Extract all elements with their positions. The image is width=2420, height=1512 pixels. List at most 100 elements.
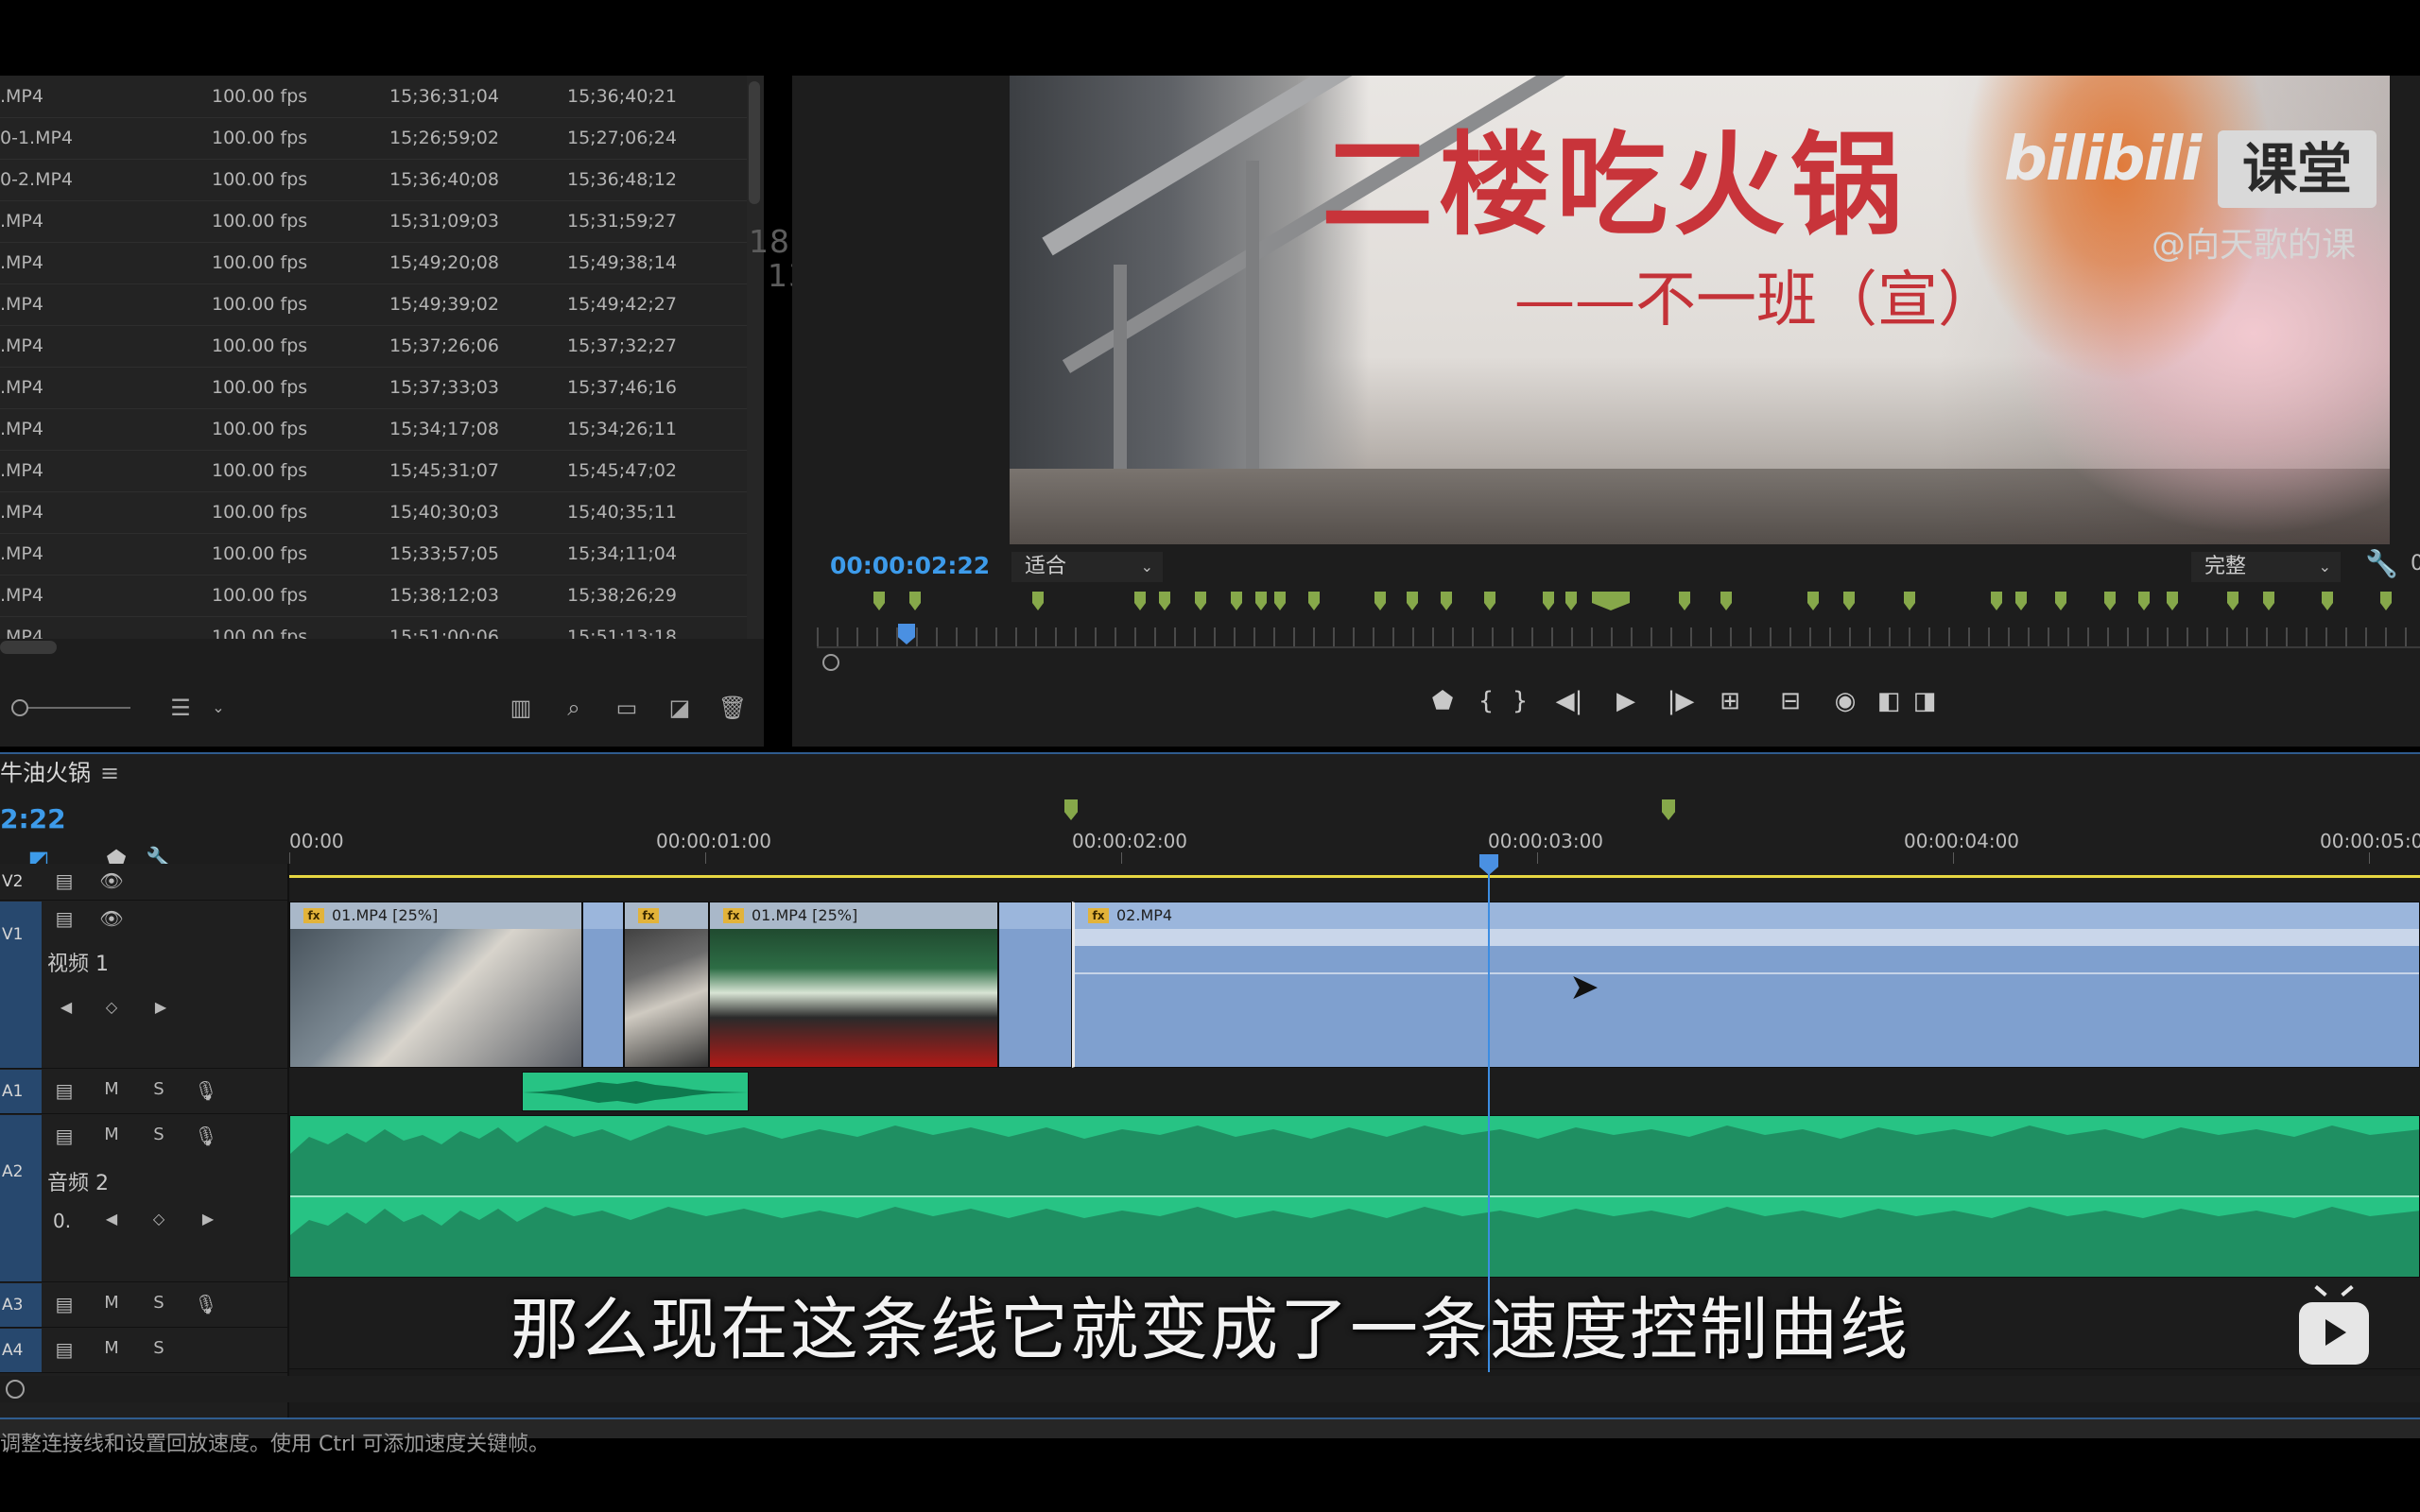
project-horizontal-scroll-thumb[interactable] xyxy=(0,641,57,654)
sequence-menu-icon[interactable]: ≡ xyxy=(100,754,119,792)
microphone-icon[interactable]: 🎙 xyxy=(193,1079,219,1102)
project-item-row[interactable]: 0-1.MP4 100.00 fps 15;26;59;02 15;27;06;24 xyxy=(0,117,747,160)
lane-a2[interactable] xyxy=(289,1113,2420,1282)
monitor-zoom-handle[interactable] xyxy=(822,654,839,671)
sequence-timecode[interactable]: 2:22 xyxy=(0,803,66,834)
marker-icon[interactable] xyxy=(1374,592,1386,610)
marker-icon[interactable] xyxy=(1807,592,1819,610)
marker-icon[interactable] xyxy=(1484,592,1495,610)
overwrite-button[interactable]: ◨ xyxy=(1904,680,1945,722)
mute-button[interactable]: M xyxy=(98,1125,125,1144)
project-bin-list[interactable]: .MP4 100.00 fps 15;36;31;04 15;36;40;21 0-1.… xyxy=(0,76,747,639)
marker-icon[interactable] xyxy=(2263,592,2274,610)
step-forward-button[interactable]: |▶ xyxy=(1660,680,1702,722)
marker-icon[interactable] xyxy=(1843,592,1855,610)
marker-icon[interactable] xyxy=(1231,592,1242,610)
work-area-bar[interactable] xyxy=(289,875,2420,878)
sync-lock-icon[interactable]: ▤ xyxy=(51,907,78,930)
marker-icon[interactable] xyxy=(2380,592,2392,610)
project-item-row[interactable]: .MP4 100.00 fps 15;40;30;03 15;40;35;11 xyxy=(0,491,747,534)
project-item-row[interactable]: .MP4 100.00 fps 15;49;20;08 15;49;38;14 xyxy=(0,242,747,284)
video-clip-03[interactable]: 01.MP4 [25%] fx xyxy=(709,902,998,1068)
lane-v2[interactable] xyxy=(289,879,2420,902)
new-item-icon[interactable]: ◪ xyxy=(664,692,696,724)
marker-icon[interactable] xyxy=(1407,592,1418,610)
marker-icon[interactable] xyxy=(873,592,885,610)
marker-icon[interactable] xyxy=(1991,592,2002,610)
video-clip-02-mp4[interactable]: 02.MP4 fx xyxy=(1072,902,2420,1068)
track-label-v2[interactable]: V2 xyxy=(0,864,42,900)
marker-icon[interactable] xyxy=(1159,592,1170,610)
project-item-row[interactable]: 0-2.MP4 100.00 fps 15;36;40;08 15;36;48;12 xyxy=(0,159,747,201)
delete-icon[interactable]: 🗑 xyxy=(717,692,749,724)
previous-keyframe-icon[interactable]: ◀ xyxy=(53,998,79,1016)
project-item-row[interactable]: .MP4 100.00 fps 15;51;00;06 15;51;13;18 xyxy=(0,616,747,639)
marker-icon[interactable] xyxy=(2322,592,2333,610)
marker-icon[interactable] xyxy=(1720,592,1732,610)
marker-icon[interactable] xyxy=(1904,592,1915,610)
video-clip-gap[interactable] xyxy=(582,902,624,1068)
marker-icon[interactable] xyxy=(1032,592,1044,610)
marker-icon[interactable] xyxy=(2167,592,2178,610)
marker-icon[interactable] xyxy=(1274,592,1286,610)
automate-to-sequence-icon[interactable]: ▥ xyxy=(505,692,537,724)
microphone-icon[interactable]: 🎙 xyxy=(193,1125,219,1147)
marker-icon[interactable] xyxy=(1441,592,1452,610)
zoom-slider-handle[interactable] xyxy=(11,699,28,716)
speed-keyframe-band[interactable] xyxy=(1075,929,2419,946)
sync-lock-icon[interactable]: ▤ xyxy=(51,869,78,892)
program-timecode[interactable]: 00:00:02:22 xyxy=(830,552,990,579)
marker-icon[interactable] xyxy=(2227,592,2238,610)
project-item-row[interactable]: .MP4 100.00 fps 15;45;31;07 15;45;47;02 xyxy=(0,450,747,492)
sort-dropdown-icon[interactable]: ⌄ xyxy=(202,692,234,724)
solo-button[interactable]: S xyxy=(146,1125,172,1144)
track-label-a1[interactable]: A1 xyxy=(0,1070,42,1113)
track-header-a2[interactable]: A2 ▤ M S 🎙 音频 2 0. ◀ ◇ ▶ xyxy=(0,1115,287,1282)
marker-icon[interactable] xyxy=(909,592,921,610)
eye-icon[interactable]: 👁 xyxy=(98,869,125,892)
previous-keyframe-icon[interactable]: ◀ xyxy=(98,1210,125,1228)
playback-resolution-dropdown[interactable]: 完整 ⌄ xyxy=(2191,552,2341,582)
track-header-v1[interactable]: V1 ▤ 👁 视频 1 ◀ ◇ ▶ xyxy=(0,902,287,1069)
marker-icon[interactable] xyxy=(1308,592,1320,610)
project-item-row[interactable]: .MP4 100.00 fps 15;36;31;04 15;36;40;21 xyxy=(0,76,747,118)
timeline-zoom-bar[interactable] xyxy=(0,1376,2420,1402)
marker-icon[interactable] xyxy=(2138,592,2150,610)
speed-control-line[interactable] xyxy=(1075,972,2419,974)
video-clip-01[interactable]: 01.MP4 [25%] fx xyxy=(289,902,582,1068)
marker-icon[interactable] xyxy=(2015,592,2027,610)
find-icon[interactable]: ⌕ xyxy=(558,692,590,724)
track-label-v1[interactable]: V1 xyxy=(0,902,42,1068)
lane-v1[interactable]: 01.MP4 [25%] fx fx 01.MP4 [25%] fx 02.MP… xyxy=(289,902,2420,1071)
marker-icon[interactable] xyxy=(1195,592,1206,610)
project-scroll-thumb[interactable] xyxy=(749,81,760,204)
lane-a1[interactable] xyxy=(289,1070,2420,1114)
marker-icon[interactable] xyxy=(1134,592,1146,610)
mute-button[interactable]: M xyxy=(98,1079,125,1099)
project-item-row[interactable]: .MP4 100.00 fps 15;38;12;03 15;38;26;29 xyxy=(0,575,747,617)
marker-icon[interactable] xyxy=(1543,592,1554,610)
marker-icon[interactable] xyxy=(2104,592,2116,610)
next-keyframe-icon[interactable]: ▶ xyxy=(195,1210,221,1228)
project-item-row[interactable]: .MP4 100.00 fps 15;49;39;02 15;49;42;27 xyxy=(0,284,747,326)
project-item-row[interactable]: .MP4 100.00 fps 15;37;26;06 15;37;32;27 xyxy=(0,325,747,368)
marker-icon[interactable] xyxy=(1565,592,1577,610)
sync-lock-icon[interactable]: ▤ xyxy=(51,1079,78,1102)
project-item-row[interactable]: .MP4 100.00 fps 15;31;09;03 15;31;59;27 xyxy=(0,200,747,243)
marker-icon[interactable] xyxy=(1592,592,1630,610)
track-volume-value[interactable]: 0. xyxy=(53,1210,71,1232)
timeline-ruler[interactable]: 00:00 00:00:01:00 00:00:02:00 00:00:03:0… xyxy=(289,813,2420,864)
project-item-row[interactable]: .MP4 100.00 fps 15;34;17;08 15;34;26;11 xyxy=(0,408,747,451)
video-clip-02[interactable]: fx xyxy=(624,902,709,1068)
audio-clip-a2[interactable] xyxy=(289,1115,2420,1278)
add-keyframe-icon[interactable]: ◇ xyxy=(146,1210,172,1228)
marker-icon[interactable] xyxy=(1679,592,1690,610)
project-item-row[interactable]: .MP4 100.00 fps 15;37;33;03 15;37;46;16 xyxy=(0,367,747,409)
export-frame-button[interactable]: ◉ xyxy=(1824,680,1866,722)
track-header-v2[interactable]: V2 ▤ 👁 xyxy=(0,864,287,901)
marker-icon[interactable] xyxy=(1255,592,1267,610)
sync-lock-icon[interactable]: ▤ xyxy=(51,1125,78,1147)
marker-icon[interactable] xyxy=(2055,592,2066,610)
track-header-a1[interactable]: A1 ▤ M S 🎙 xyxy=(0,1070,287,1114)
monitor-marker-strip[interactable] xyxy=(792,592,2420,620)
